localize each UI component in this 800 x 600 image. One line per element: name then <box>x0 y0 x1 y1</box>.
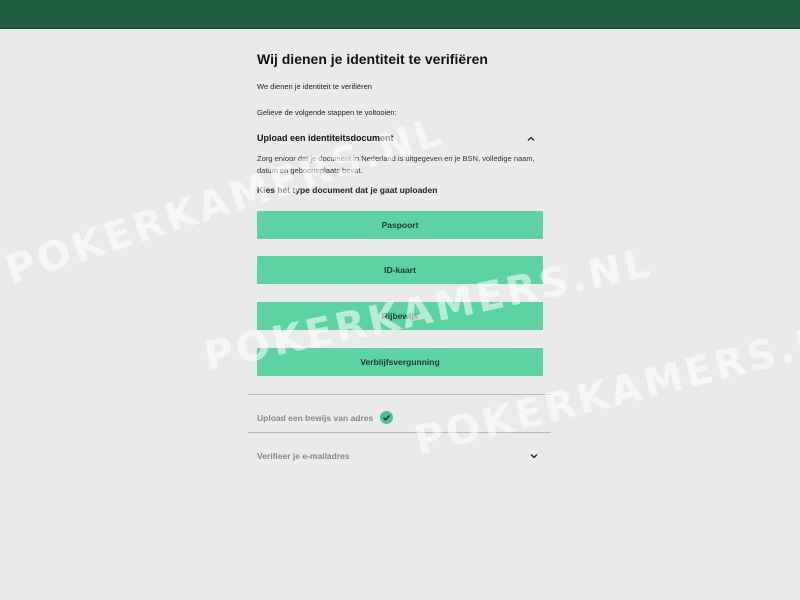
check-circle-icon <box>380 411 393 424</box>
top-header-bar <box>0 0 800 29</box>
chevron-down-icon[interactable] <box>529 451 539 461</box>
chevron-up-icon[interactable] <box>526 134 536 144</box>
upload-id-section-header[interactable]: Upload een identiteitsdocument <box>257 132 542 146</box>
document-type-label: Kies het type document dat je gaat uploa… <box>257 185 438 195</box>
watermark-logo: POKERKAMERS.NL <box>410 309 800 465</box>
section-divider <box>248 394 551 395</box>
residence-permit-button[interactable]: Verblijfsvergunning <box>257 348 543 376</box>
upload-address-section-header[interactable]: Upload een bewijs van adres <box>257 410 544 426</box>
upload-id-description: Zorg ervoor dat je document in Nederland… <box>257 154 535 175</box>
page-title: Wij dienen je identiteit te verifiëren <box>257 51 488 67</box>
verify-email-section-title: Verifieer je e-mailadres <box>257 451 350 461</box>
passport-button[interactable]: Paspoort <box>257 211 543 239</box>
upload-address-section-title: Upload een bewijs van adres <box>257 413 374 423</box>
drivers-license-button[interactable]: Rijbewijs <box>257 302 543 330</box>
upload-id-section-title: Upload een identiteitsdocument <box>257 133 394 143</box>
section-divider <box>248 432 551 433</box>
instructions-text: Gelieve de volgende stappen te voltooien… <box>257 108 397 117</box>
id-card-button[interactable]: ID-kaart <box>257 256 543 284</box>
intro-text: We dienen je identiteit te verifiëren <box>257 82 372 91</box>
verify-email-section-header[interactable]: Verifieer je e-mailadres <box>257 448 544 464</box>
